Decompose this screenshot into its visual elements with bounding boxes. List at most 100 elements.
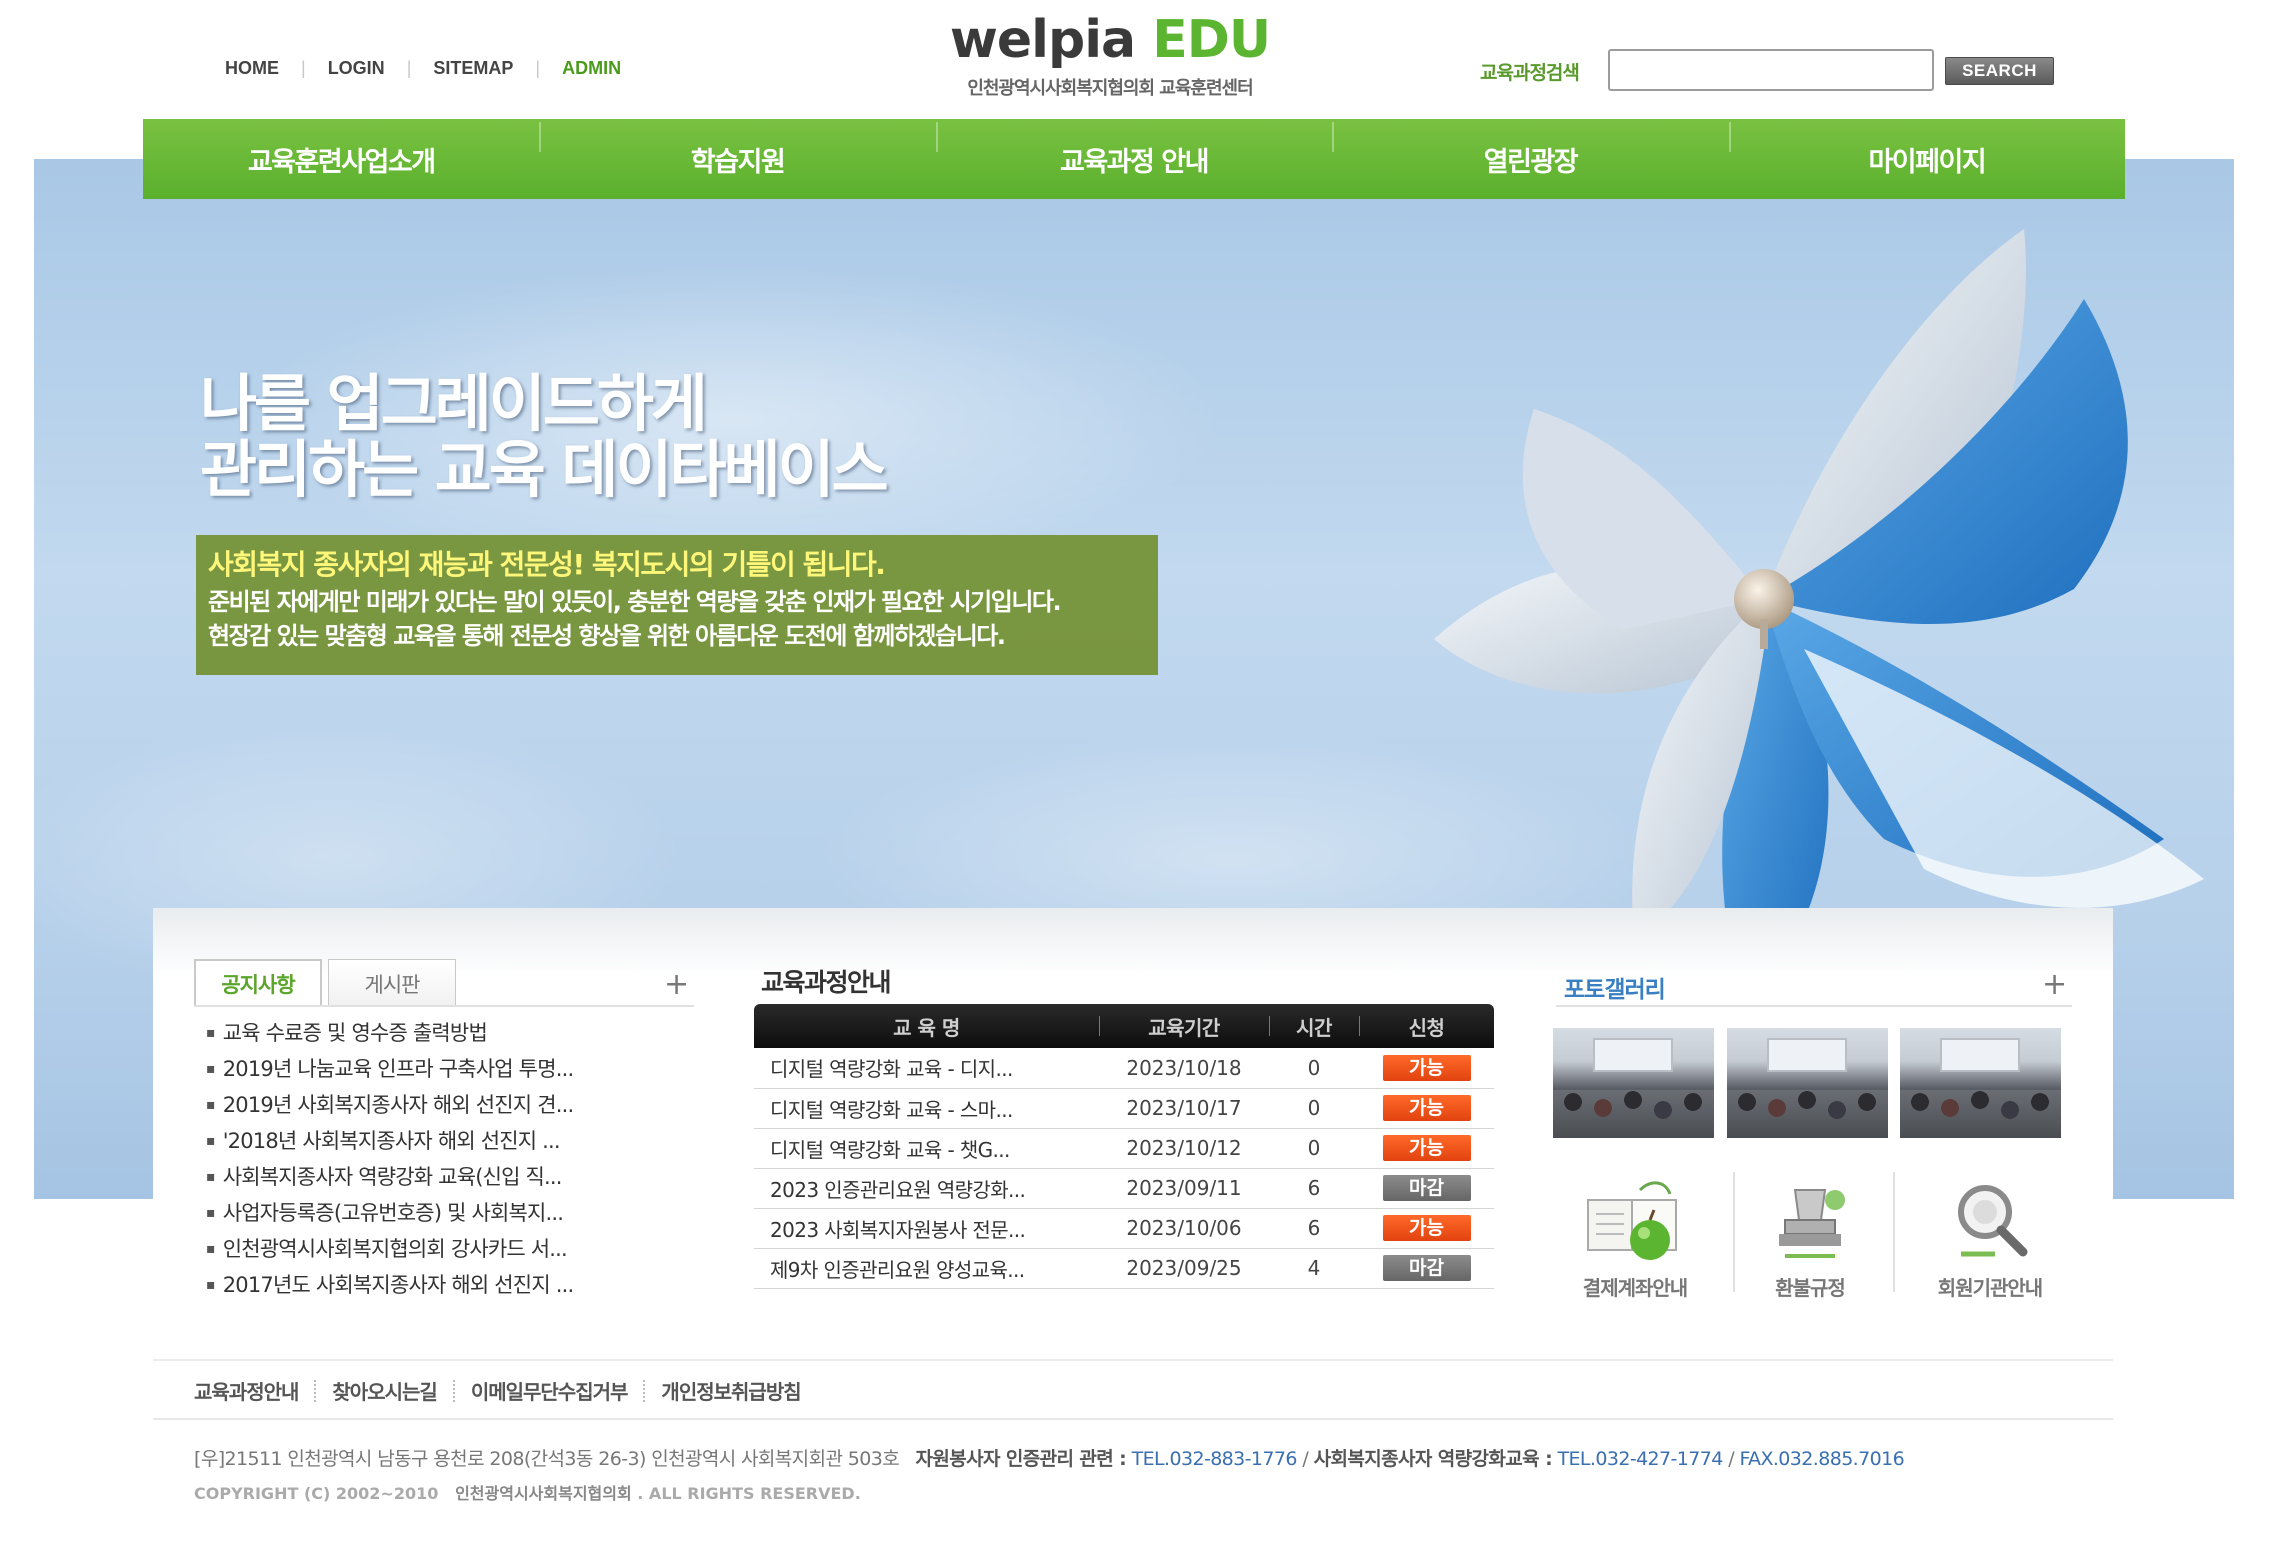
apply-cell: 가능 <box>1359 1128 1494 1169</box>
divider <box>1893 1172 1895 1292</box>
list-item[interactable]: 2019년 사회복지종사자 해외 선진지 견... <box>206 1090 574 1126</box>
member-institution-link[interactable]: 회원기관안내 <box>1915 1170 2065 1301</box>
column-header-hours: 시간 <box>1269 1004 1359 1048</box>
hero-message-box: 사회복지 종사자의 재능과 전문성! 복지도시의 기틀이 됩니다. 준비된 자에… <box>196 535 1158 675</box>
list-item[interactable]: 2019년 나눔교육 인프라 구축사업 투명... <box>206 1054 574 1090</box>
course-name-link[interactable]: 제9차 인증관리요원 양성교육... <box>754 1248 1099 1289</box>
course-hours: 4 <box>1269 1248 1359 1289</box>
apply-open-badge[interactable]: 가능 <box>1382 1215 1471 1241</box>
apply-open-badge[interactable]: 가능 <box>1382 1135 1471 1161</box>
course-hours: 0 <box>1269 1048 1359 1089</box>
tab-board[interactable]: 게시판 <box>328 959 456 1007</box>
admin-link[interactable]: ADMIN <box>562 58 621 79</box>
search-button[interactable]: SEARCH <box>1945 57 2054 85</box>
home-link[interactable]: HOME <box>225 58 279 79</box>
course-date: 2023/10/18 <box>1099 1048 1269 1089</box>
apply-open-badge[interactable]: 가능 <box>1382 1054 1471 1081</box>
course-name-link[interactable]: 디지털 역량강화 교육 - 챗G... <box>754 1128 1099 1169</box>
divider: | <box>301 58 306 78</box>
worker-tel: TEL.032-427-1774 <box>1557 1448 1724 1470</box>
volunteer-tel: TEL.032-883-1776 <box>1131 1448 1298 1470</box>
hero-headline-line-2: 관리하는 교육 데이타베이스 <box>200 433 889 506</box>
site-logo[interactable]: welpia EDU 인천광역시사회복지협의회 교육훈련센터 <box>930 10 1290 100</box>
course-hours: 0 <box>1269 1088 1359 1129</box>
apply-closed-badge: 마감 <box>1382 1255 1471 1281</box>
payment-account-link[interactable]: 결제계좌안내 <box>1560 1170 1710 1301</box>
table-header-row: 교 육 명 교육기간 시간 신청 <box>754 1004 1494 1048</box>
list-item[interactable]: 사회복지종사자 역량강화 교육(신입 직... <box>206 1162 573 1198</box>
nav-item-mypage[interactable]: 마이페이지 <box>1728 119 2125 199</box>
list-item[interactable]: 인천광역시사회복지협의회 강사카드 서... <box>206 1234 573 1270</box>
logo-subtitle: 인천광역시사회복지협의회 교육훈련센터 <box>967 78 1253 99</box>
course-name-link[interactable]: 디지털 역량강화 교육 - 디지... <box>754 1048 1099 1089</box>
stamp-icon <box>1779 1189 1845 1258</box>
footer-links: 교육과정안내 찾아오시는길 이메일무단수집거부 개인정보취급방침 <box>194 1376 802 1405</box>
gallery-photo[interactable] <box>1900 1028 2061 1138</box>
footer-link-directions[interactable]: 찾아오시는길 <box>332 1376 437 1405</box>
nav-item-course-guide[interactable]: 교육과정 안내 <box>935 119 1332 199</box>
course-name-link[interactable]: 디지털 역량강화 교육 - 스마... <box>754 1088 1099 1129</box>
nav-item-open-square[interactable]: 열린광장 <box>1332 119 1728 199</box>
divider <box>452 1379 455 1402</box>
apply-cell: 가능 <box>1359 1088 1494 1129</box>
list-item[interactable]: 교육 수료증 및 영수증 출력방법 <box>206 1018 573 1054</box>
search-input[interactable] <box>1608 49 1934 91</box>
table-row: 제9차 인증관리요원 양성교육... 2023/09/25 4 마감 <box>754 1248 1494 1289</box>
column-header-apply: 신청 <box>1359 1004 1494 1048</box>
sitemap-link[interactable]: SITEMAP <box>433 58 513 79</box>
apply-cell: 가능 <box>1359 1048 1494 1089</box>
payment-account-label: 결제계좌안내 <box>1582 1276 1688 1300</box>
divider: | <box>535 58 541 78</box>
search-label: 교육과정검색 <box>1480 62 1580 84</box>
course-hours: 0 <box>1269 1128 1359 1169</box>
notice-tabs: 공지사항 게시판 <box>194 959 462 1007</box>
hero-message-line-2: 준비된 자에게만 미래가 있다는 말이 있듯이, 충분한 역량을 갖춘 인재가 … <box>208 588 1062 616</box>
notices-more-icon[interactable]: + <box>664 970 689 1000</box>
nav-item-learning-support[interactable]: 학습지원 <box>539 119 935 199</box>
course-name-link[interactable]: 2023 사회복지자원봉사 전문... <box>754 1208 1099 1249</box>
gallery-photo[interactable] <box>1553 1028 1714 1138</box>
refund-policy-label: 환불규정 <box>1775 1276 1846 1300</box>
volunteer-contact-label: 자원봉사자 인증관리 관련 : <box>915 1448 1127 1470</box>
fax-number: FAX.032.885.7016 <box>1739 1448 1905 1470</box>
course-table: 교 육 명 교육기간 시간 신청 디지털 역량강화 교육 - 디지... 202… <box>754 1004 1494 1289</box>
logo-welpia: welpia <box>949 10 1136 70</box>
divider <box>153 1418 2113 1420</box>
copyright-rights: . ALL RIGHTS RESERVED. <box>637 1484 861 1503</box>
divider <box>153 1359 2113 1361</box>
separator-slash: / <box>1302 1448 1309 1470</box>
footer-link-course-guide[interactable]: 교육과정안내 <box>194 1376 299 1405</box>
footer-link-privacy[interactable]: 개인정보취급방침 <box>661 1376 801 1405</box>
apply-cell: 마감 <box>1359 1248 1494 1289</box>
course-date: 2023/09/11 <box>1099 1168 1269 1209</box>
gallery-more-icon[interactable]: + <box>2042 970 2067 1000</box>
footer-link-email-refusal[interactable]: 이메일무단수집거부 <box>471 1376 629 1405</box>
course-date: 2023/10/17 <box>1099 1088 1269 1129</box>
list-item[interactable]: 사업자등록증(고유번호증) 및 사회복지... <box>206 1198 573 1234</box>
course-date: 2023/10/06 <box>1099 1208 1269 1249</box>
list-item[interactable]: 2017년도 사회복지종사자 해외 선진지 ... <box>206 1270 574 1306</box>
gallery-photo[interactable] <box>1727 1028 1888 1138</box>
divider <box>643 1379 646 1402</box>
course-date: 2023/09/25 <box>1099 1248 1269 1289</box>
course-name-link[interactable]: 2023 인증관리요원 역량강화... <box>754 1168 1099 1209</box>
projector-screen <box>1593 1038 1673 1072</box>
divider <box>1556 1005 2072 1007</box>
logo-wordmark: welpia EDU <box>930 10 1290 70</box>
notice-list: 교육 수료증 및 영수증 출력방법 2019년 나눔교육 인프라 구축사업 투명… <box>206 1018 574 1306</box>
apply-cell: 가능 <box>1359 1208 1494 1249</box>
top-links: HOME | LOGIN | SITEMAP | ADMIN <box>225 58 621 79</box>
nav-item-training-intro[interactable]: 교육훈련사업소개 <box>143 119 539 199</box>
course-date: 2023/10/12 <box>1099 1128 1269 1169</box>
table-row: 디지털 역량강화 교육 - 디지... 2023/10/18 0 가능 <box>754 1048 1494 1089</box>
hero-headline-line-1: 나를 업그레이드하게 <box>200 367 708 440</box>
magnifier-icon <box>1958 1185 2028 1257</box>
tab-notices[interactable]: 공지사항 <box>194 959 322 1007</box>
copyright-org: 인천광역시사회복지협의회 <box>455 1484 632 1503</box>
hero-message-line-1: 사회복지 종사자의 재능과 전문성! 복지도시의 기틀이 됩니다. <box>208 548 886 581</box>
column-header-period: 교육기간 <box>1099 1004 1269 1048</box>
refund-policy-link[interactable]: 환불규정 <box>1735 1170 1885 1301</box>
list-item[interactable]: '2018년 사회복지종사자 해외 선진지 ... <box>206 1126 573 1162</box>
apply-open-badge[interactable]: 가능 <box>1382 1095 1471 1121</box>
login-link[interactable]: LOGIN <box>328 58 385 79</box>
